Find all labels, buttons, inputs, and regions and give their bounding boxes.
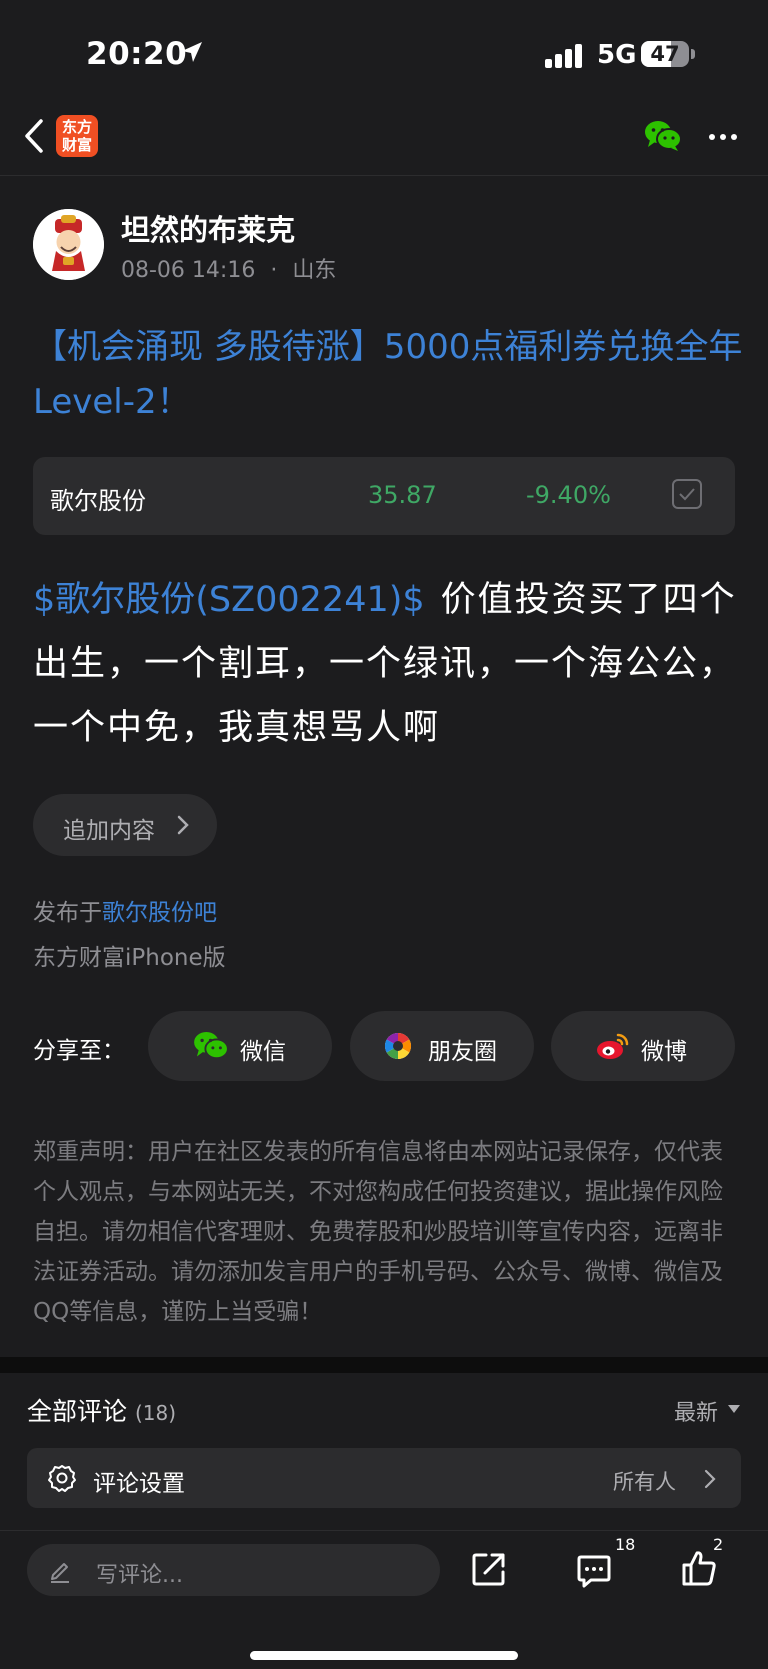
back-chevron-icon[interactable] [22, 118, 46, 154]
weibo-icon [597, 1033, 629, 1059]
like-count: 2 [713, 1535, 724, 1554]
comment-settings-value: 所有人 [613, 1470, 676, 1494]
share-wechat-button[interactable]: 微信 [148, 1011, 332, 1081]
comment-settings-label: 评论设置 [93, 1471, 185, 1497]
stock-change: -9.40% [526, 481, 611, 509]
gear-icon [48, 1465, 76, 1492]
cellular-signal-icon [545, 44, 585, 68]
client-source: 东方财富iPhone版 [33, 945, 226, 971]
moments-icon [384, 1032, 412, 1060]
stock-name: 歌尔股份 [50, 487, 146, 515]
status-time: 20:20 [86, 36, 188, 72]
post-title-link[interactable]: 【机会涌现 多股待涨】5000点福利券兑换全年Level-2！ [33, 320, 743, 430]
comment-placeholder: 写评论... [96, 1563, 183, 1588]
comments-count: (18) [134, 1401, 177, 1425]
published-prefix: 发布于 [33, 900, 102, 926]
stock-bar-link[interactable]: 歌尔股份吧 [102, 900, 217, 926]
thumbs-up-icon[interactable] [681, 1549, 717, 1587]
add-watchlist-checkbox[interactable] [672, 479, 702, 509]
battery-icon: 47 [641, 41, 689, 67]
disclaimer: 郑重声明：用户在社区发表的所有信息将由本网站记录保存，仅代表个人观点，与本网站无… [33, 1139, 723, 1325]
comment-icon[interactable] [576, 1553, 612, 1589]
stock-tag-link[interactable]: $歌尔股份(SZ002241)$ [33, 580, 425, 620]
post-meta: 08-06 14:16 · 山东 [121, 252, 336, 284]
share-label: 分享至： [33, 1038, 125, 1064]
caret-down-icon[interactable] [728, 1405, 740, 1413]
share-weibo-button[interactable]: 微博 [551, 1011, 735, 1081]
append-content-label: 追加内容 [63, 818, 155, 844]
eastmoney-logo: 东方财富 [56, 115, 98, 157]
meta-separator: · [270, 258, 278, 283]
comments-header: 全部评论 (18) [27, 1392, 176, 1428]
check-icon [679, 488, 695, 501]
avatar[interactable] [33, 209, 104, 280]
pencil-icon [51, 1563, 69, 1583]
post-body: $歌尔股份(SZ002241)$ 价值投资买了四个出生，一个割耳，一个绿讯，一个海… [33, 568, 743, 760]
home-indicator [250, 1651, 518, 1660]
post-location: 山东 [292, 258, 337, 283]
comments-title: 全部评论 [27, 1397, 128, 1426]
share-moments-label: 朋友圈 [428, 1039, 497, 1065]
append-content-button[interactable]: 追加内容 [33, 794, 217, 856]
stock-card[interactable]: 歌尔股份 35.87 -9.40% [33, 457, 735, 535]
section-divider [0, 1357, 768, 1373]
nav-divider [0, 175, 768, 176]
stock-price: 35.87 [368, 481, 437, 509]
share-wechat-label: 微信 [240, 1039, 286, 1065]
comment-input[interactable]: 写评论... [27, 1544, 440, 1596]
avatar-illustration [33, 209, 104, 280]
network-type: 5G [597, 40, 637, 70]
more-icon[interactable] [708, 133, 738, 141]
battery-cap [691, 49, 695, 59]
chevron-right-icon [704, 1469, 716, 1489]
sort-dropdown[interactable]: 最新 [674, 1395, 718, 1427]
bottom-divider [0, 1530, 768, 1531]
wechat-share-icon[interactable] [644, 120, 682, 152]
chevron-right-icon [177, 815, 189, 835]
battery-level: 47 [650, 42, 680, 66]
author-name[interactable]: 坦然的布莱克 [121, 207, 295, 249]
share-moments-button[interactable]: 朋友圈 [350, 1011, 534, 1081]
post-date: 08-06 14:16 [121, 258, 256, 283]
share-weibo-label: 微博 [641, 1039, 687, 1065]
share-icon[interactable] [471, 1551, 507, 1587]
comment-settings-row[interactable]: 评论设置 所有人 [27, 1448, 741, 1508]
location-arrow-icon [182, 42, 202, 62]
wechat-icon [194, 1031, 229, 1060]
comment-count: 18 [615, 1535, 636, 1554]
published-in: 发布于歌尔股份吧 [33, 893, 217, 927]
